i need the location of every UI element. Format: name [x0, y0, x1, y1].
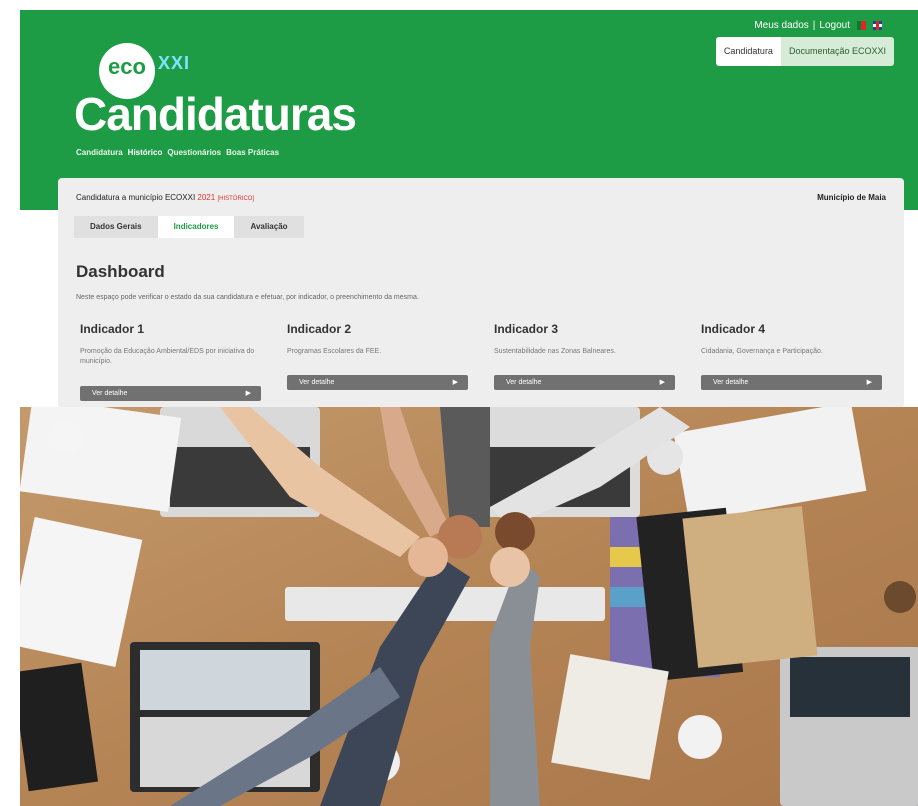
meus-dados-link[interactable]: Meus dados — [754, 20, 808, 31]
card-year: 2021 — [197, 193, 216, 202]
nav-historico[interactable]: Histórico — [128, 148, 163, 157]
ver-detalhe-button-3[interactable]: Ver detalhe ▶ — [494, 375, 675, 390]
indicator-card-3: Indicador 3 Sustentabilidade nas Zonas B… — [494, 322, 675, 379]
button-label: Ver detalhe — [92, 390, 128, 397]
indicator-title: Indicador 4 — [701, 322, 766, 336]
logo-xxi-text: XXI — [158, 53, 191, 73]
municipio-label: Município de Maia — [817, 193, 886, 202]
ver-detalhe-button-4[interactable]: Ver detalhe ▶ — [701, 375, 882, 390]
indicator-title: Indicador 2 — [287, 322, 352, 336]
indicator-title: Indicador 1 — [80, 322, 145, 336]
button-label: Ver detalhe — [713, 379, 749, 386]
nav-boas-praticas[interactable]: Boas Práticas — [226, 148, 279, 157]
pt-flag-icon[interactable] — [857, 21, 866, 30]
ver-detalhe-button-1[interactable]: Ver detalhe ▶ — [80, 386, 261, 401]
tab-bar: Dados Gerais Indicadores Avaliação — [74, 216, 304, 238]
candidatura-card: Candidatura a município ECOXXI 2021 [HIS… — [58, 178, 904, 408]
status-badge: [HISTÓRICO] — [217, 196, 255, 202]
logo-eco-text: eco — [108, 54, 146, 79]
nav-questionarios[interactable]: Questionários — [167, 148, 221, 157]
logout-link[interactable]: Logout — [819, 20, 850, 31]
top-links: Meus dados | Logout — [754, 20, 882, 31]
button-label: Ver detalhe — [299, 379, 335, 386]
tab-avaliacao[interactable]: Avaliação — [234, 216, 303, 238]
page-title: Candidaturas — [74, 88, 357, 140]
main-nav: Candidatura Histórico Questionários Boas… — [76, 148, 279, 157]
play-arrow-icon: ▶ — [245, 390, 251, 397]
candidatura-button[interactable]: Candidatura — [715, 37, 781, 66]
card-heading-prefix: Candidatura a município ECOXXI — [76, 193, 196, 202]
ver-detalhe-button-2[interactable]: Ver detalhe ▶ — [287, 375, 468, 390]
nav-candidatura[interactable]: Candidatura — [76, 148, 123, 157]
play-arrow-icon: ▶ — [866, 379, 872, 386]
indicator-card-4: Indicador 4 Cidadania, Governança e Part… — [701, 322, 882, 379]
tab-dados-gerais[interactable]: Dados Gerais — [74, 216, 158, 238]
play-arrow-icon: ▶ — [659, 379, 665, 386]
button-label: Ver detalhe — [506, 379, 542, 386]
teamwork-hands-photo — [20, 407, 918, 806]
play-arrow-icon: ▶ — [452, 379, 458, 386]
uk-flag-icon[interactable] — [873, 21, 882, 30]
documentacao-button[interactable]: Documentação ECOXXI — [780, 37, 894, 66]
indicator-description: Promoção da Educação Ambiental/EDS por i… — [80, 348, 255, 365]
link-separator: | — [812, 20, 816, 31]
dashboard-description: Neste espaço pode verificar o estado da … — [76, 294, 419, 301]
tab-indicadores[interactable]: Indicadores — [157, 216, 235, 238]
indicator-title: Indicador 3 — [494, 322, 559, 336]
card-heading: Candidatura a município ECOXXI 2021 [HIS… — [76, 193, 254, 202]
indicator-card-1: Indicador 1 Promoção da Educação Ambient… — [80, 322, 261, 379]
photo-illustration — [20, 407, 918, 806]
dashboard-title: Dashboard — [76, 262, 165, 281]
top-buttons: Candidatura Documentação ECOXXI — [715, 37, 894, 66]
indicator-card-2: Indicador 2 Programas Escolares da FEE. — [287, 322, 468, 379]
